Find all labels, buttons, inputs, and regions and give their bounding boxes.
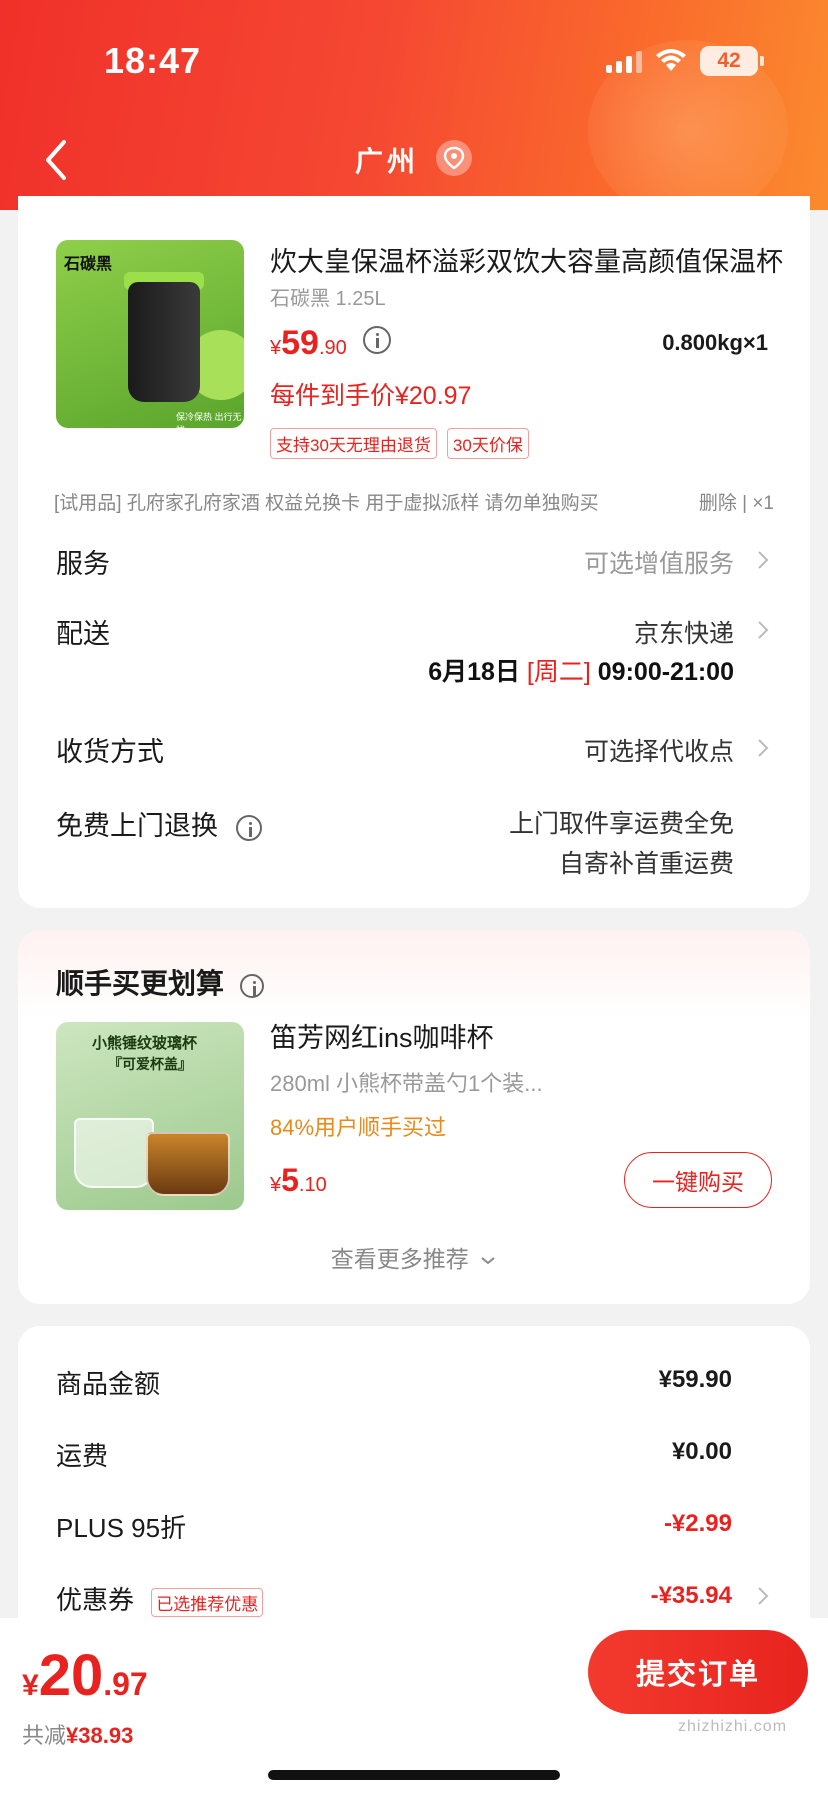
total-decimal: .97: [103, 1666, 148, 1702]
chevron-right-icon[interactable]: [756, 1584, 770, 1608]
chevron-right-icon[interactable]: [756, 618, 770, 642]
return-label-text: 免费上门退换: [56, 811, 218, 841]
product-badges: 支持30天无理由退货 30天价保: [270, 428, 529, 459]
gift-row: [试用品] 孔府家孔府家酒 权益兑换卡 用于虚拟派样 请勿单独购买 删除 | ×…: [54, 488, 774, 515]
recommend-item-price: ¥ 5 .10: [270, 1162, 327, 1199]
delivery-label: 配送: [56, 619, 110, 649]
one-click-buy-button[interactable]: 一键购买: [624, 1152, 772, 1208]
coupon-badge: 已选推荐优惠: [151, 1587, 264, 1617]
unit-price: 每件到手价¥20.97: [270, 382, 472, 410]
plus-discount-label: PLUS 95折: [56, 1513, 187, 1543]
checkout-bar: ¥ 20 .97 共减¥38.93 提交订单 zhizhizhi.com: [0, 1618, 828, 1796]
return-badge: 支持30天无理由退货: [270, 428, 437, 459]
return-value-1: 上门取件享运费全免: [508, 810, 734, 838]
info-icon[interactable]: [235, 814, 262, 841]
delivery-date: 6月18日: [428, 658, 520, 686]
more-recommend-link[interactable]: 查看更多推荐: [18, 1240, 810, 1274]
recommend-item-title[interactable]: 笛芳网红ins咖啡杯: [270, 1016, 494, 1055]
receive-value[interactable]: 可选择代收点: [584, 732, 734, 768]
info-icon[interactable]: [239, 973, 264, 998]
saving-value: ¥38.93: [66, 1723, 134, 1748]
price-integer: 5: [281, 1162, 299, 1198]
status-icons: 42: [606, 46, 764, 76]
recommend-image-line1: 小熊锤纹玻璃杯: [92, 1035, 198, 1052]
return-value-2: 自寄补首重运费: [558, 850, 734, 878]
return-label: 免费上门退换: [56, 804, 262, 843]
service-value[interactable]: 可选增值服务: [584, 544, 734, 580]
recommend-image-line2: 『可爱杯盖』: [108, 1056, 192, 1072]
chevron-right-icon[interactable]: [756, 736, 770, 760]
recommend-title-text: 顺手买更划算: [56, 968, 225, 999]
coupon-label[interactable]: 优惠券 已选推荐优惠: [56, 1580, 264, 1617]
price-protect-badge: 30天价保: [446, 428, 529, 459]
recommend-title: 顺手买更划算: [56, 962, 264, 1002]
saving-label: 共减: [22, 1723, 67, 1748]
currency-symbol: ¥: [270, 337, 282, 359]
delivery-window: 09:00-21:00: [597, 658, 734, 686]
recommend-image[interactable]: 小熊锤纹玻璃杯 『可爱杯盖』: [56, 1022, 244, 1210]
total-integer: 20: [38, 1643, 104, 1708]
product-image[interactable]: 石碳黑 保冷保热 出行无忧: [56, 240, 244, 428]
header: 18:47 42 广州: [0, 0, 828, 210]
image-decoration: [74, 1118, 154, 1188]
price-decimal: .90: [318, 337, 347, 359]
service-label: 服务: [56, 549, 110, 579]
recommend-item-bought: 84%用户顺手买过: [270, 1115, 447, 1140]
delivery-value[interactable]: 京东快递: [634, 614, 734, 650]
battery-icon: 42: [700, 46, 764, 76]
plus-discount-value: -¥2.99: [663, 1510, 732, 1537]
home-indicator[interactable]: [268, 1770, 560, 1780]
info-icon[interactable]: [362, 326, 391, 354]
delivery-weekday: [周二]: [526, 658, 591, 686]
price-decimal: .10: [298, 1174, 327, 1196]
cellular-signal-icon: [606, 49, 642, 73]
chevron-down-icon: [481, 1257, 495, 1265]
total-price: ¥ 20 .97: [22, 1642, 148, 1709]
delivery-time: 6月18日 [周二] 09:00-21:00: [428, 652, 734, 688]
total-saving[interactable]: 共减¥38.93: [22, 1718, 133, 1750]
gift-text: [试用品] 孔府家孔府家酒 权益兑换卡 用于虚拟派样 请勿单独购买: [54, 493, 599, 514]
coupon-label-text: 优惠券: [56, 1585, 135, 1615]
product-price: ¥ 59 .90: [270, 324, 391, 363]
price-integer: 59: [281, 324, 319, 362]
product-spec: 石碳黑 1.25L: [270, 288, 386, 310]
order-item-card: 石碳黑 保冷保热 出行无忧 炊大皇保温杯溢彩双饮大容量高颜值保温杯 石碳黑 1.…: [18, 196, 810, 908]
watermark: zhizhizhi.com: [678, 1718, 788, 1735]
shipping-label: 运费: [56, 1441, 109, 1471]
currency-symbol: ¥: [22, 1669, 39, 1702]
gift-actions[interactable]: 删除 | ×1: [699, 488, 774, 515]
receive-label: 收货方式: [56, 737, 164, 767]
wifi-icon: [656, 49, 686, 71]
goods-amount-label: 商品金额: [56, 1369, 161, 1399]
back-icon[interactable]: [42, 138, 72, 182]
location-pin-icon[interactable]: [436, 140, 472, 176]
currency-symbol: ¥: [270, 1174, 282, 1196]
product-image-tag: 石碳黑: [64, 256, 113, 273]
location-title[interactable]: 广州: [355, 140, 419, 180]
chevron-right-icon[interactable]: [756, 548, 770, 572]
goods-amount-value: ¥59.90: [658, 1366, 732, 1393]
more-recommend-label: 查看更多推荐: [330, 1246, 469, 1272]
status-time: 18:47: [104, 40, 202, 81]
recommend-card: 顺手买更划算 小熊锤纹玻璃杯 『可爱杯盖』 笛芳网红ins咖啡杯 280ml 小…: [18, 930, 810, 1304]
coupon-value[interactable]: -¥35.94: [651, 1582, 732, 1610]
shipping-value: ¥0.00: [671, 1438, 732, 1465]
image-decoration: [146, 1132, 230, 1196]
product-image-caption: 保冷保热 出行无忧: [176, 412, 242, 428]
submit-order-button[interactable]: 提交订单: [588, 1630, 808, 1714]
product-title[interactable]: 炊大皇保温杯溢彩双饮大容量高颜值保温杯: [270, 240, 790, 279]
image-decoration: [128, 282, 200, 402]
recommend-item-desc: 280ml 小熊杯带盖勺1个装...: [270, 1071, 543, 1096]
weight-quantity: 0.800kg×1: [662, 330, 768, 355]
